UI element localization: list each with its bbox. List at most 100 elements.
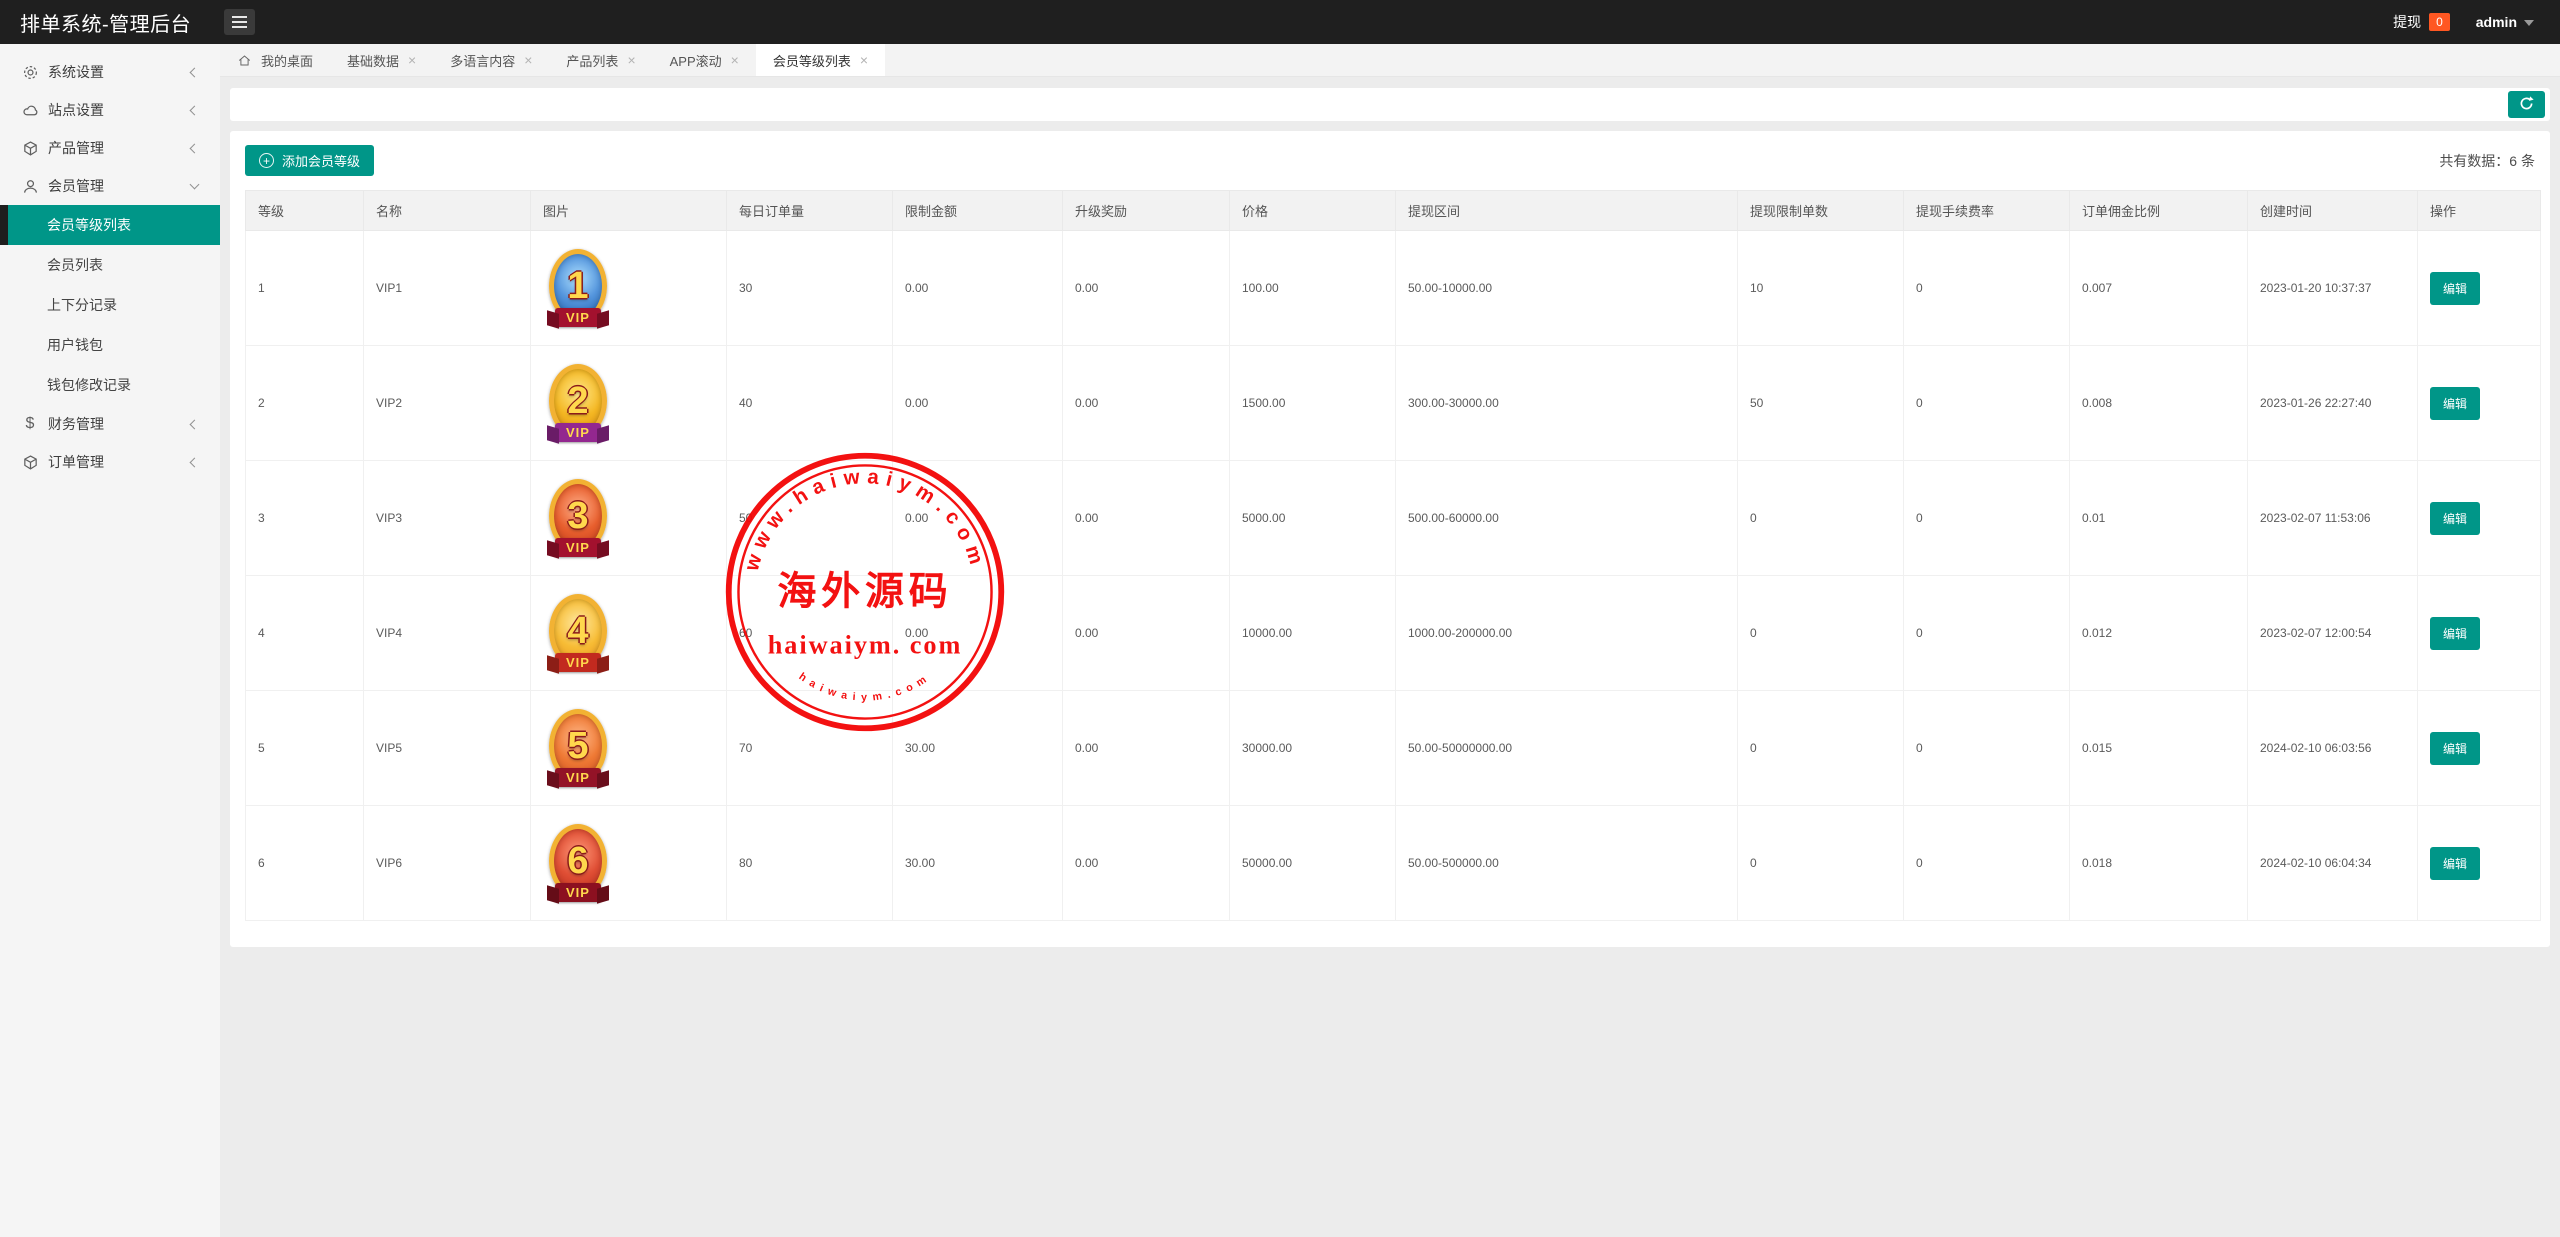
cell-level: 6 (246, 806, 364, 921)
close-icon[interactable]: × (408, 53, 416, 67)
cell-limit-amount: 30.00 (893, 691, 1063, 806)
user-icon (21, 177, 39, 195)
chevron-left-icon (190, 105, 200, 115)
add-button-label: 添加会员等级 (282, 151, 360, 170)
cell-price: 5000.00 (1230, 461, 1396, 576)
tab-label: 多语言内容 (450, 51, 515, 70)
cell-created: 2024-02-10 06:04:34 (2248, 806, 2418, 921)
username: admin (2476, 14, 2517, 30)
refresh-button[interactable] (2508, 91, 2545, 118)
col-header-limit-amount: 限制金额 (893, 191, 1063, 231)
sidebar-item-updown-records[interactable]: 上下分记录 (0, 285, 220, 325)
cell-level: 4 (246, 576, 364, 691)
tab-app-scroll[interactable]: APP滚动 × (653, 44, 756, 76)
sidebar-item-member-level-list[interactable]: 会员等级列表 (0, 205, 220, 245)
cell-withdraw-limit: 0 (1738, 461, 1904, 576)
col-header-daily-orders: 每日订单量 (727, 191, 893, 231)
close-icon[interactable]: × (860, 53, 868, 67)
col-header-upgrade-reward: 升级奖励 (1063, 191, 1230, 231)
col-header-commission: 订单佣金比例 (2070, 191, 2248, 231)
tab-desktop[interactable]: 我的桌面 (220, 44, 330, 76)
sidebar-item-wallet-edit-records[interactable]: 钱包修改记录 (0, 365, 220, 405)
cell-image: 4 VIP (531, 576, 727, 691)
cell-daily-orders: 70 (727, 691, 893, 806)
sidebar-item-site-settings[interactable]: 站点设置 (0, 91, 220, 129)
cell-commission: 0.007 (2070, 231, 2248, 346)
sidebar-item-label: 订单管理 (48, 452, 104, 472)
cell-level: 2 (246, 346, 364, 461)
cube-icon (21, 453, 39, 471)
tab-basic-data[interactable]: 基础数据 × (330, 44, 433, 76)
cell-withdraw-range: 50.00-500000.00 (1396, 806, 1738, 921)
cell-fee-rate: 0 (1904, 461, 2070, 576)
cell-limit-amount: 0.00 (893, 576, 1063, 691)
edit-button[interactable]: 编辑 (2430, 847, 2480, 880)
sidebar: 系统设置 站点设置 产品管理 会员管理 会员等级列表 会员列表 上下分记录 (0, 44, 220, 1237)
cell-price: 30000.00 (1230, 691, 1396, 806)
sidebar-item-system-settings[interactable]: 系统设置 (0, 53, 220, 91)
sidebar-item-finance-management[interactable]: $ 财务管理 (0, 405, 220, 443)
edit-button[interactable]: 编辑 (2430, 732, 2480, 765)
tab-multilang-content[interactable]: 多语言内容 × (433, 44, 549, 76)
table-row: 4 VIP4 4 VIP 60 0.00 0.00 1000 (246, 576, 2541, 691)
cell-limit-amount: 0.00 (893, 231, 1063, 346)
cell-withdraw-range: 50.00-10000.00 (1396, 231, 1738, 346)
tab-product-list[interactable]: 产品列表 × (549, 44, 652, 76)
cell-price: 100.00 (1230, 231, 1396, 346)
cell-actions: 编辑 (2418, 461, 2541, 576)
cell-daily-orders: 50 (727, 461, 893, 576)
vip-badge-image: 6 VIP (549, 824, 607, 902)
cell-image: 5 VIP (531, 691, 727, 806)
withdraw-link[interactable]: 提现 0 (2393, 12, 2450, 32)
user-menu[interactable]: admin (2476, 14, 2534, 30)
edit-button[interactable]: 编辑 (2430, 387, 2480, 420)
cell-withdraw-limit: 0 (1738, 806, 1904, 921)
col-header-actions: 操作 (2418, 191, 2541, 231)
col-header-withdraw-range: 提现区间 (1396, 191, 1738, 231)
col-header-name: 名称 (364, 191, 531, 231)
cell-created: 2023-02-07 11:53:06 (2248, 461, 2418, 576)
tab-label: 产品列表 (566, 51, 618, 70)
edit-button[interactable]: 编辑 (2430, 617, 2480, 650)
refresh-icon (2518, 95, 2535, 115)
sidebar-item-order-management[interactable]: 订单管理 (0, 443, 220, 481)
cell-actions: 编辑 (2418, 231, 2541, 346)
cell-actions: 编辑 (2418, 346, 2541, 461)
col-header-level: 等级 (246, 191, 364, 231)
vip-badge-image: 1 VIP (549, 249, 607, 327)
chevron-left-icon (190, 457, 200, 467)
cell-daily-orders: 60 (727, 576, 893, 691)
cell-created: 2023-01-26 22:27:40 (2248, 346, 2418, 461)
sidebar-item-label: 站点设置 (48, 100, 104, 120)
table-row: 2 VIP2 2 VIP 40 0.00 0.00 1500 (246, 346, 2541, 461)
tab-member-level-list[interactable]: 会员等级列表 × (756, 44, 885, 76)
sidebar-item-member-list[interactable]: 会员列表 (0, 245, 220, 285)
cell-image: 1 VIP (531, 231, 727, 346)
edit-button[interactable]: 编辑 (2430, 272, 2480, 305)
add-member-level-button[interactable]: + 添加会员等级 (245, 145, 374, 176)
close-icon[interactable]: × (731, 53, 739, 67)
cell-upgrade-reward: 0.00 (1063, 691, 1230, 806)
vip-badge-image: 3 VIP (549, 479, 607, 557)
edit-button[interactable]: 编辑 (2430, 502, 2480, 535)
sidebar-item-user-wallet[interactable]: 用户钱包 (0, 325, 220, 365)
cell-name: VIP1 (364, 231, 531, 346)
col-header-created: 创建时间 (2248, 191, 2418, 231)
hamburger-menu-icon[interactable] (224, 9, 255, 35)
cell-daily-orders: 30 (727, 231, 893, 346)
table-header-row: 等级 名称 图片 每日订单量 限制金额 升级奖励 价格 提现区间 提现限制单数 … (246, 191, 2541, 231)
chevron-down-icon (190, 180, 200, 190)
table-row: 3 VIP3 3 VIP 50 0.00 0.00 5000 (246, 461, 2541, 576)
close-icon[interactable]: × (627, 53, 635, 67)
sidebar-item-product-management[interactable]: 产品管理 (0, 129, 220, 167)
chevron-left-icon (190, 419, 200, 429)
tab-label: 基础数据 (347, 51, 399, 70)
cell-created: 2023-02-07 12:00:54 (2248, 576, 2418, 691)
tab-label: 会员等级列表 (773, 51, 851, 70)
cell-level: 1 (246, 231, 364, 346)
sidebar-item-member-management[interactable]: 会员管理 (0, 167, 220, 205)
close-icon[interactable]: × (524, 53, 532, 67)
cell-actions: 编辑 (2418, 576, 2541, 691)
plus-icon: + (259, 153, 274, 168)
vip-badge-image: 5 VIP (549, 709, 607, 787)
